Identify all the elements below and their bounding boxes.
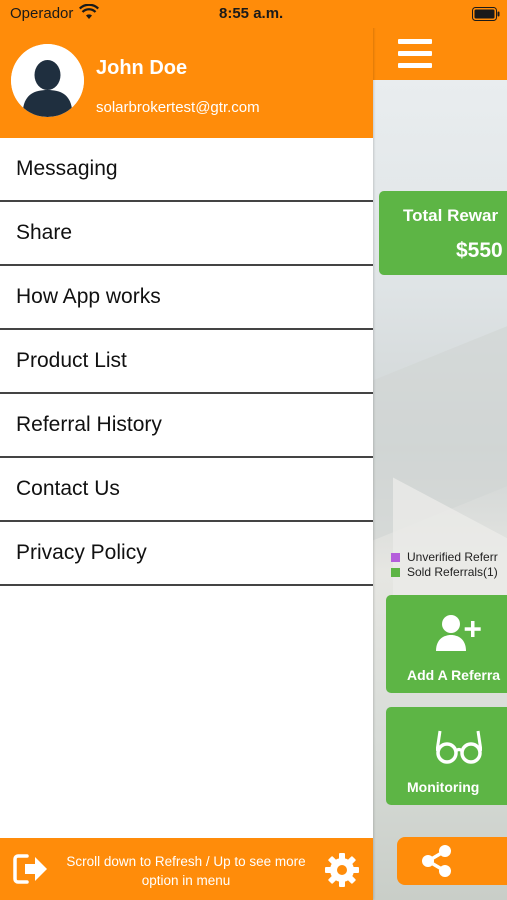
user-email: solarbrokertest@gtr.com	[96, 99, 260, 116]
navigation-drawer: John Doe solarbrokertest@gtr.com Messagi…	[0, 0, 373, 900]
menu-item-label: Messaging	[16, 157, 118, 180]
legend-label: Unverified Referr	[407, 550, 498, 564]
wifi-icon	[79, 4, 99, 19]
add-referral-tile[interactable]: Add A Referra	[386, 595, 507, 693]
status-bar: Operador 8:55 a.m.	[0, 0, 507, 28]
menu-item-privacy-policy[interactable]: Privacy Policy	[0, 522, 373, 586]
avatar[interactable]	[11, 44, 84, 117]
hamburger-menu-icon[interactable]	[398, 39, 432, 69]
menu-item-product-list[interactable]: Product List	[0, 330, 373, 394]
user-name: John Doe	[96, 57, 188, 79]
gear-icon[interactable]	[324, 852, 360, 888]
menu-item-label: How App works	[16, 285, 161, 308]
app-header	[373, 28, 507, 80]
drawer-menu: Messaging Share How App works Product Li…	[0, 138, 373, 586]
add-user-icon	[436, 615, 481, 651]
total-rewards-title: Total Rewar	[403, 206, 499, 225]
legend-item-sold: Sold Referrals(1)	[391, 565, 498, 579]
add-referral-label: Add A Referra	[407, 667, 501, 683]
menu-item-how-app-works[interactable]: How App works	[0, 266, 373, 330]
drawer-footer: Scroll down to Refresh / Up to see more …	[0, 838, 373, 900]
refresh-hint-line2: option in menu	[141, 873, 231, 888]
glasses-icon	[436, 730, 482, 764]
legend-swatch	[391, 553, 400, 562]
menu-item-label: Privacy Policy	[16, 541, 147, 564]
menu-item-contact-us[interactable]: Contact Us	[0, 458, 373, 522]
legend-swatch	[391, 568, 400, 577]
total-rewards-card[interactable]: Total Rewar $550	[379, 191, 507, 275]
carrier-label: Operador	[10, 5, 74, 22]
menu-item-label: Referral History	[16, 413, 162, 436]
legend-item-unverified: Unverified Referr	[391, 550, 498, 564]
menu-item-share[interactable]: Share	[0, 202, 373, 266]
logout-icon[interactable]	[13, 853, 49, 885]
monitoring-tile[interactable]: Monitoring	[386, 707, 507, 805]
user-avatar-icon	[11, 44, 84, 117]
refresh-hint: Scroll down to Refresh / Up to see more …	[52, 852, 320, 890]
refresh-hint-line1: Scroll down to Refresh / Up to see more	[66, 854, 306, 869]
share-button[interactable]	[397, 837, 507, 885]
monitoring-label: Monitoring	[407, 779, 480, 795]
menu-item-referral-history[interactable]: Referral History	[0, 394, 373, 458]
total-rewards-amount: $550	[456, 239, 503, 262]
battery-icon	[472, 7, 500, 21]
share-icon	[422, 845, 451, 877]
legend-label: Sold Referrals(1)	[407, 565, 498, 579]
menu-item-messaging[interactable]: Messaging	[0, 138, 373, 202]
menu-item-label: Contact Us	[16, 477, 120, 500]
menu-item-label: Share	[16, 221, 73, 244]
home-screen: Total Rewar $550 Unverified Referr Sold …	[373, 0, 507, 900]
menu-item-label: Product List	[16, 349, 127, 372]
clock: 8:55 a.m.	[219, 5, 284, 22]
